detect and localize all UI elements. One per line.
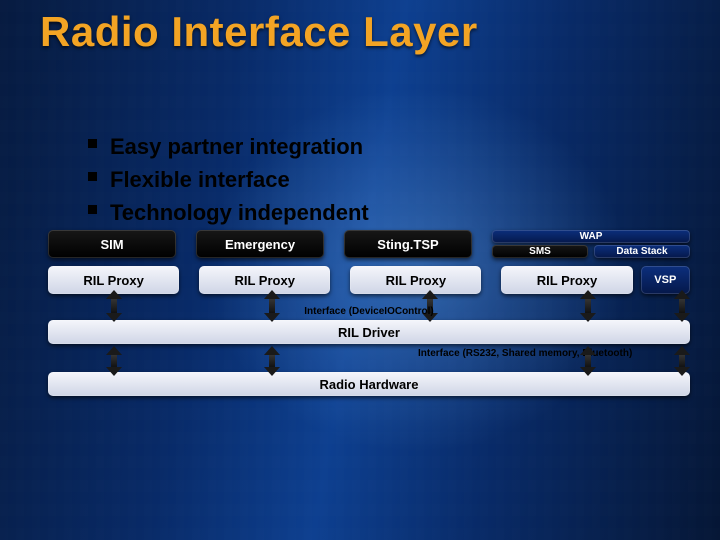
bullet-item: Easy partner integration	[88, 130, 369, 163]
double-arrow-icon	[266, 350, 278, 372]
box-ril-proxy: RIL Proxy	[350, 266, 481, 294]
double-arrow-icon	[108, 350, 120, 372]
label-interface-ioctl: Interface (DeviceIOControl)	[48, 306, 690, 318]
box-ril-proxy: RIL Proxy	[501, 266, 632, 294]
architecture-diagram: SIM Emergency Sting.TSP WAP SMS Data Sta…	[0, 230, 720, 396]
box-sms: SMS	[492, 245, 588, 258]
box-emergency: Emergency	[196, 230, 324, 258]
bullet-item: Technology independent	[88, 196, 369, 229]
bullet-item: Flexible interface	[88, 163, 369, 196]
page-title: Radio Interface Layer	[40, 8, 478, 56]
box-wap-group: WAP SMS Data Stack	[492, 230, 690, 258]
box-ril-driver: RIL Driver	[48, 320, 690, 344]
box-stingtsp: Sting.TSP	[344, 230, 472, 258]
box-datastack: Data Stack	[594, 245, 690, 258]
box-sim: SIM	[48, 230, 176, 258]
double-arrow-icon	[582, 350, 594, 372]
double-arrow-icon	[676, 350, 688, 372]
arrow-row-2	[48, 350, 690, 372]
bullet-list: Easy partner integration Flexible interf…	[48, 130, 369, 229]
row-top-modules: SIM Emergency Sting.TSP WAP SMS Data Sta…	[48, 230, 690, 258]
box-wap: WAP	[492, 230, 690, 243]
